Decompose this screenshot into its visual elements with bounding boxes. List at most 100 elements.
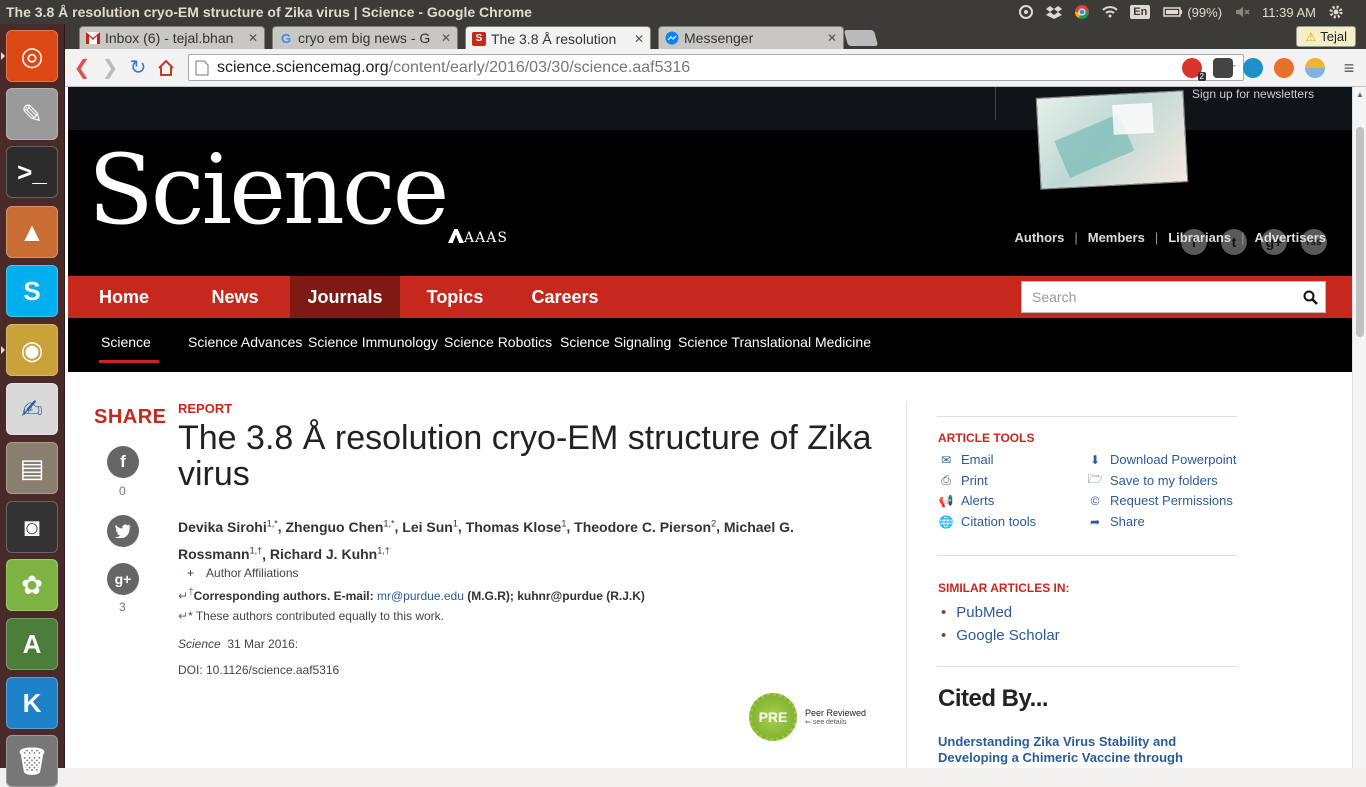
similar-google-scholar-link[interactable]: Google Scholar (941, 627, 1059, 644)
disk-icon[interactable]: ◙ (6, 501, 58, 553)
terminal-icon[interactable]: >_ (6, 146, 58, 198)
share-facebook-icon[interactable]: f (107, 446, 139, 478)
share-google-plus-icon[interactable]: g+ (107, 563, 139, 595)
author-affiliations-toggle[interactable]: + Author Affiliations (187, 566, 299, 580)
forward-arrow-icon: ❯ (101, 57, 119, 79)
nav-journals[interactable]: Journals (290, 276, 400, 318)
tab-gmail[interactable]: Inbox (6) - tejal.bhan ✕ (79, 26, 265, 49)
battery-icon (1163, 7, 1183, 17)
author-name[interactable]: Lei Sun1 (402, 518, 458, 535)
subnav-science[interactable]: Science (99, 334, 159, 363)
author-name[interactable]: Thomas Klose1 (466, 518, 567, 535)
tool-share[interactable]: ➦ Share (1087, 514, 1145, 529)
author-name[interactable]: Theodore C. Pierson2 (574, 518, 716, 535)
volume-mute-icon[interactable] (1234, 4, 1250, 20)
nav-news[interactable]: News (180, 276, 290, 318)
power-icon[interactable] (1018, 4, 1034, 20)
session-gear-icon[interactable] (1328, 4, 1344, 20)
corresponding-authors: ↵†Corresponding authors. E-mail: mr@purd… (178, 587, 645, 603)
subnav-science-translational-medicine[interactable]: Science Translational Medicine (678, 334, 871, 350)
trash-icon[interactable]: 🗑 (6, 735, 58, 787)
author-name[interactable]: Richard J. Kuhn1,† (270, 546, 390, 563)
battery-indicator[interactable]: (99%) (1162, 4, 1222, 20)
author-name[interactable]: Zhenguo Chen1,* (286, 518, 395, 535)
aaas-logo[interactable]: AAAS (448, 229, 508, 246)
peer-reviewed-badge[interactable]: PRE Peer Reviewed ⇐ see details (749, 693, 866, 741)
ubuntu-dash-icon[interactable]: ◎ (6, 30, 58, 82)
wifi-icon[interactable] (1102, 4, 1118, 20)
chrome-launcher-icon[interactable]: ◉ (6, 324, 58, 376)
reload-button[interactable]: ↻ (124, 54, 152, 82)
tab-close-icon[interactable]: ✕ (248, 31, 258, 45)
back-button[interactable]: ❮ (68, 54, 96, 82)
page-scrollbar[interactable]: ▲ (1352, 87, 1366, 768)
new-tab-button[interactable] (843, 30, 879, 46)
subnav-science-signaling[interactable]: Science Signaling (560, 334, 671, 350)
extension-fire-icon[interactable] (1274, 58, 1294, 78)
home-button[interactable] (152, 54, 180, 82)
tool-request-permissions[interactable]: © Request Permissions (1087, 493, 1233, 508)
magazine-cover-image[interactable] (1035, 90, 1189, 190)
science-logo[interactable]: Science (88, 134, 449, 246)
newsletter-link[interactable]: Sign up for newsletters (1192, 87, 1314, 101)
scroll-up-icon[interactable]: ▲ (1356, 90, 1364, 99)
link-advertisers[interactable]: Advertisers (1254, 230, 1326, 245)
nav-careers[interactable]: Careers (510, 276, 620, 318)
keyboard-indicator[interactable]: En (1130, 5, 1151, 19)
tab-close-icon[interactable]: ✕ (441, 31, 451, 45)
tab-close-icon[interactable]: ✕ (827, 31, 837, 45)
profile-button[interactable]: ⚠ Tejal (1296, 26, 1356, 47)
window-title: The 3.8 Å resolution cryo-EM structure o… (6, 4, 532, 20)
extension-weather-icon[interactable] (1305, 58, 1325, 78)
system-settings-icon[interactable]: ✎ (6, 88, 58, 140)
chrome-menu-button[interactable]: ≡ (1335, 54, 1363, 82)
skype-icon[interactable]: S (6, 265, 58, 317)
similar-articles-heading: SIMILAR ARTICLES IN: (938, 581, 1070, 595)
nav-topics[interactable]: Topics (400, 276, 510, 318)
link-members[interactable]: Members (1088, 230, 1145, 245)
scrollbar-thumb[interactable] (1356, 127, 1364, 337)
tool-save-folders[interactable]: 🗁 Save to my folders (1087, 472, 1218, 488)
kile-icon[interactable]: K (6, 677, 58, 729)
subnav-science-advances[interactable]: Science Advances (188, 334, 302, 350)
tab-close-icon[interactable]: ✕ (634, 32, 644, 46)
pocket-icon[interactable] (1213, 58, 1233, 78)
search-input[interactable] (1032, 289, 1295, 305)
matlab-icon[interactable]: ▲ (6, 206, 58, 258)
dropbox-icon[interactable] (1046, 4, 1063, 20)
link-authors[interactable]: Authors (1015, 230, 1065, 245)
tab-science-article[interactable]: S The 3.8 Å resolution ✕ (465, 26, 651, 50)
picasa-icon[interactable]: ✿ (6, 559, 58, 611)
link-librarians[interactable]: Librarians (1168, 230, 1231, 245)
chrome-icon[interactable] (1074, 4, 1090, 20)
hamburger-icon: ≡ (1343, 57, 1355, 78)
subnav-science-robotics[interactable]: Science Robotics (444, 334, 552, 350)
extension-eye-icon[interactable] (1243, 58, 1263, 78)
tab-google-search[interactable]: G cryo em big news - G ✕ (272, 26, 458, 49)
tab-messenger[interactable]: Messenger ✕ (658, 26, 844, 49)
tool-print[interactable]: ⎙ Print (938, 473, 988, 488)
search-icon[interactable] (1295, 290, 1325, 305)
address-bar[interactable]: science.sciencemag.org/content/early/201… (188, 54, 1244, 81)
forward-button[interactable]: ❯ (96, 54, 124, 82)
extension-adblock-icon[interactable]: 2 (1182, 58, 1206, 81)
tool-alerts[interactable]: 📢 Alerts (938, 493, 995, 508)
tool-download-powerpoint[interactable]: ⬇ Download Powerpoint (1087, 452, 1237, 467)
doi: DOI: 10.1126/science.aaf5316 (178, 663, 340, 677)
author-name[interactable]: Devika Sirohi1,* (178, 518, 278, 535)
site-search (1021, 281, 1326, 313)
clock[interactable]: 11:39 AM (1262, 5, 1316, 20)
subnav-science-immunology[interactable]: Science Immunology (308, 334, 438, 350)
corr-email-link[interactable]: mr@purdue.edu (377, 589, 464, 603)
share-twitter-icon[interactable] (107, 515, 139, 547)
tool-email[interactable]: ✉ Email (938, 452, 994, 467)
peer-reviewed-details[interactable]: ⇐ see details (805, 718, 866, 726)
nav-home[interactable]: Home (68, 276, 180, 318)
tool-citation[interactable]: 🌐 Citation tools (938, 514, 1037, 529)
software-updater-icon[interactable]: A (6, 618, 58, 670)
file-manager-icon[interactable]: ▤ (6, 442, 58, 494)
cited-article-link[interactable]: Understanding Zika Virus Stability and D… (938, 734, 1243, 768)
similar-pubmed-link[interactable]: PubMed (941, 604, 1012, 621)
corr-prefix: Corresponding authors. E-mail: (193, 589, 374, 603)
libreoffice-icon[interactable]: ✍ (6, 383, 58, 435)
